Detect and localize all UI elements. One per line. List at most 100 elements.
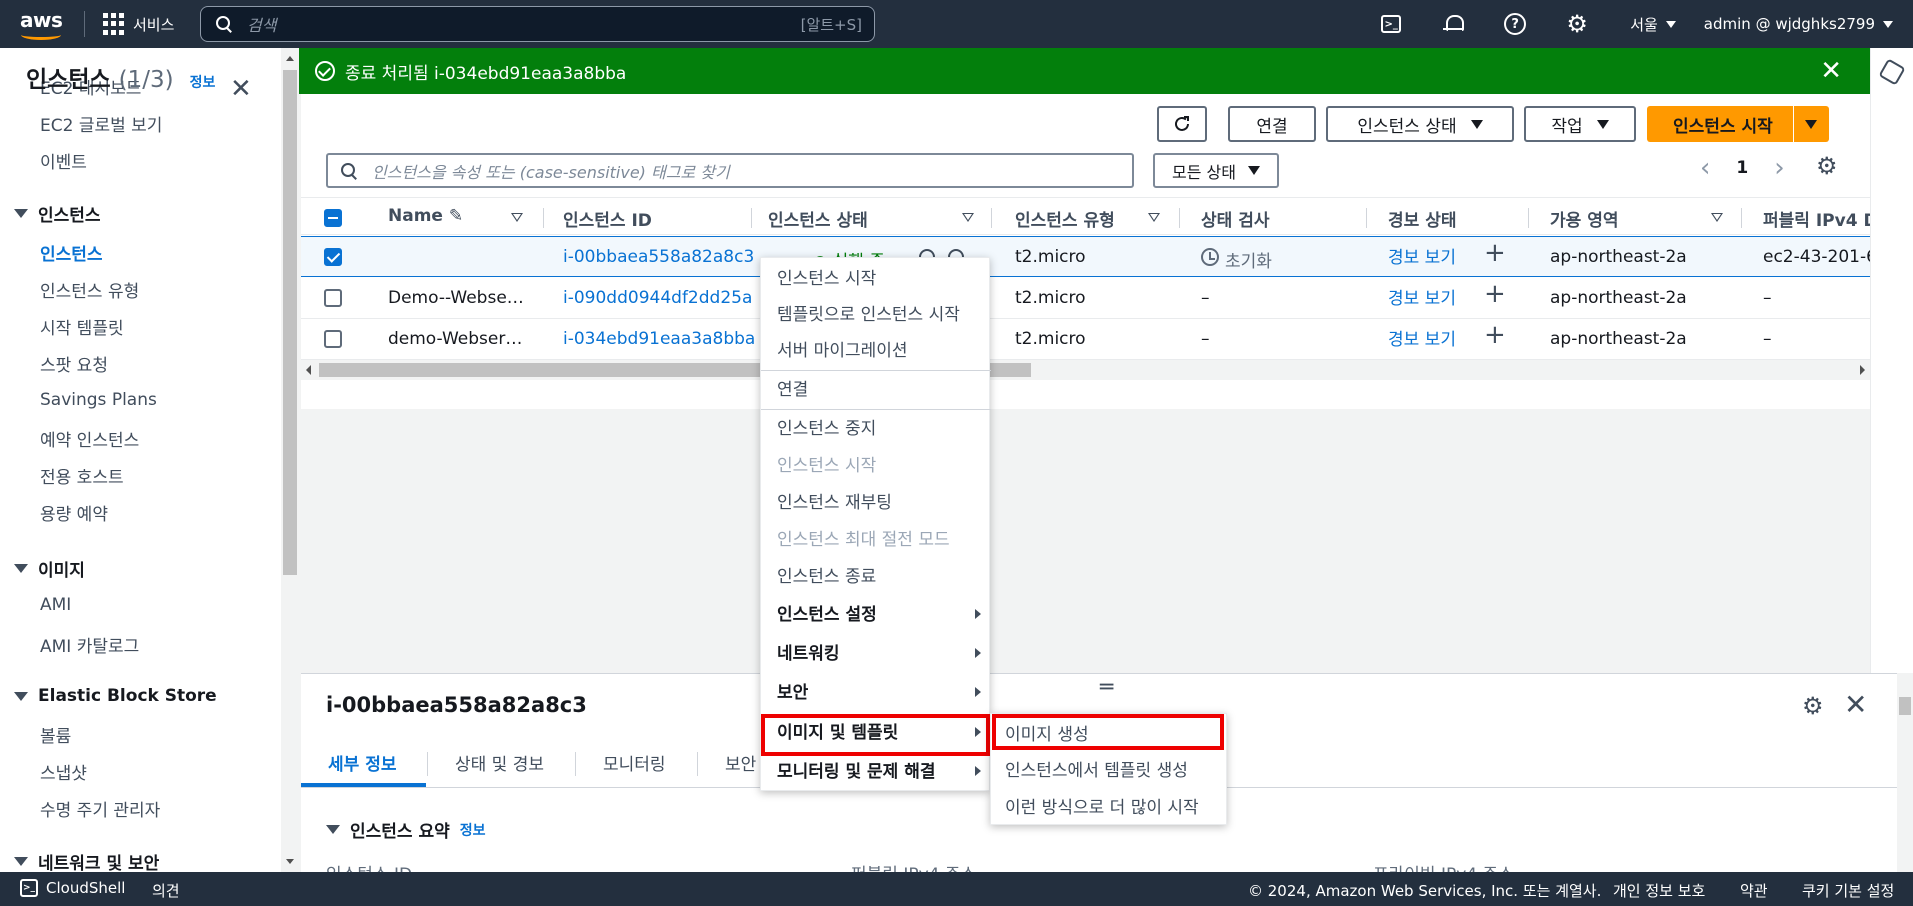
menu-item-launch-instance[interactable]: 인스턴스 시작 xyxy=(777,264,876,289)
sidebar-item-savings-plans[interactable]: Savings Plans xyxy=(40,390,157,410)
col-instance-id[interactable]: 인스턴스 ID xyxy=(563,206,652,231)
col-status-check[interactable]: 상태 검사 xyxy=(1201,206,1269,231)
sidebar-item-instance-types[interactable]: 인스턴스 유형 xyxy=(40,277,139,302)
table-preferences-gear-icon[interactable]: ⚙ xyxy=(1816,152,1838,180)
prev-page-icon[interactable]: ‹ xyxy=(1700,153,1710,183)
privacy-link[interactable]: 개인 정보 보호 xyxy=(1613,880,1705,901)
col-public-ipv4-dns[interactable]: 퍼블릭 IPv4 D xyxy=(1763,206,1878,231)
close-split-panel-icon[interactable]: ✕ xyxy=(1844,688,1867,721)
sidebar-item-ami-catalog[interactable]: AMI 카탈로그 xyxy=(40,632,139,657)
instance-filter-input[interactable]: 인스턴스을 속성 또는 (case-sensitive) 태그로 찾기 xyxy=(326,153,1134,188)
menu-item-reboot-instance[interactable]: 인스턴스 재부팅 xyxy=(777,488,892,513)
select-all-checkbox[interactable] xyxy=(324,209,342,227)
col-divider[interactable] xyxy=(1366,208,1367,228)
menu-item-security[interactable]: 보안 xyxy=(777,678,808,703)
menu-item-terminate-instance[interactable]: 인스턴스 종료 xyxy=(777,562,876,587)
settings-button[interactable]: ⚙ xyxy=(1546,0,1608,48)
sidebar-item-volumes[interactable]: 볼륨 xyxy=(40,722,71,747)
actions-button[interactable]: 작업 xyxy=(1524,106,1636,142)
sidebar-section-instances[interactable]: 인스턴스 xyxy=(14,201,101,226)
scroll-left-icon[interactable] xyxy=(306,365,311,375)
view-alarms-link[interactable]: 경보 보기 xyxy=(1388,284,1456,309)
col-divider[interactable] xyxy=(1528,208,1529,228)
tab-details[interactable]: 세부 정보 xyxy=(328,750,396,775)
sidebar-section-ebs[interactable]: Elastic Block Store xyxy=(14,686,217,706)
sidebar-item-snapshots[interactable]: 스냅샷 xyxy=(40,759,87,784)
sidebar-item-global-view[interactable]: EC2 글로벌 보기 xyxy=(40,111,162,136)
add-alarm-plus-icon[interactable]: + xyxy=(1484,279,1506,309)
add-alarm-plus-icon[interactable]: + xyxy=(1484,238,1506,268)
aws-logo[interactable]: aws xyxy=(20,6,70,42)
table-row[interactable]: demo-Webser… i-034ebd91eaa3a8bba t2.micr… xyxy=(301,319,1870,360)
cell-instance-id-link[interactable]: i-00bbaea558a82a8c3 xyxy=(563,247,754,267)
instance-state-button[interactable]: 인스턴스 상태 xyxy=(1326,106,1514,142)
close-sidebar-icon[interactable]: ✕ xyxy=(230,74,252,104)
col-divider[interactable] xyxy=(991,208,992,228)
col-name[interactable]: Name ✎ xyxy=(388,206,463,226)
submenu-item-launch-more-like-this[interactable]: 이런 방식으로 더 많이 시작 xyxy=(1005,793,1199,818)
scrollbar-thumb[interactable] xyxy=(283,70,297,575)
row-checkbox[interactable] xyxy=(324,289,342,307)
split-panel-drag-handle-icon[interactable]: ═ xyxy=(1100,675,1113,700)
account-menu[interactable]: admin @ wjdghks2799 xyxy=(1704,15,1913,33)
cloudshell-footer-button[interactable]: >_ CloudShell xyxy=(20,879,125,897)
col-availability-zone[interactable]: 가용 영역 xyxy=(1550,206,1618,231)
col-instance-type[interactable]: 인스턴스 유형 xyxy=(1015,206,1115,231)
view-alarms-link[interactable]: 경보 보기 xyxy=(1388,325,1456,350)
help-button[interactable]: ? xyxy=(1484,0,1546,48)
global-search-input[interactable]: 검색 [알트+S] xyxy=(200,6,875,42)
scroll-down-icon[interactable] xyxy=(286,859,294,864)
col-divider[interactable] xyxy=(751,208,752,228)
menu-item-server-migration[interactable]: 서버 마이그레이션 xyxy=(777,336,908,361)
col-alarm-status[interactable]: 경보 상태 xyxy=(1388,206,1456,231)
sidebar-item-spot-requests[interactable]: 스팟 요청 xyxy=(40,351,108,376)
view-alarms-link[interactable]: 경보 보기 xyxy=(1388,243,1456,268)
refresh-button[interactable] xyxy=(1157,106,1207,142)
next-page-icon[interactable]: › xyxy=(1774,153,1784,183)
table-row[interactable]: i-00bbaea558a82a8c3 ⊘ 실행 중 t2.micro 초기화 … xyxy=(301,236,1877,277)
sort-icon[interactable] xyxy=(1711,213,1723,222)
row-checkbox[interactable] xyxy=(324,248,342,266)
sidebar-item-launch-templates[interactable]: 시작 템플릿 xyxy=(40,314,124,339)
tab-status-alarms[interactable]: 상태 및 경보 xyxy=(455,750,544,775)
menu-item-connect[interactable]: 연결 xyxy=(777,375,808,400)
split-panel-gear-icon[interactable]: ⚙ xyxy=(1802,692,1824,720)
scroll-right-icon[interactable] xyxy=(1860,365,1865,375)
services-button[interactable]: 서비스 xyxy=(103,13,174,35)
col-instance-state[interactable]: 인스턴스 상태 xyxy=(768,206,868,231)
instance-summary-header[interactable]: 인스턴스 요약 정보 xyxy=(326,817,486,842)
notifications-button[interactable] xyxy=(1422,0,1484,48)
info-link[interactable]: 정보 xyxy=(190,75,216,91)
feedback-link[interactable]: 의견 xyxy=(152,880,180,901)
sidebar-item-reserved-instances[interactable]: 예약 인스턴스 xyxy=(40,426,139,451)
col-divider[interactable] xyxy=(1179,208,1180,228)
col-divider[interactable] xyxy=(1741,208,1742,228)
row-checkbox[interactable] xyxy=(324,330,342,348)
summary-info-link[interactable]: 정보 xyxy=(460,820,486,840)
cell-instance-id-link[interactable]: i-034ebd91eaa3a8bba xyxy=(563,329,755,349)
table-horizontal-scrollbar[interactable] xyxy=(301,360,1870,380)
sidebar-item-dedicated-hosts[interactable]: 전용 호스트 xyxy=(40,463,124,488)
dismiss-flash-icon[interactable]: ✕ xyxy=(1820,56,1842,86)
sort-icon[interactable] xyxy=(511,213,523,222)
cloudshell-button[interactable]: >_ xyxy=(1360,0,1422,48)
sidebar-item-instances[interactable]: 인스턴스 xyxy=(40,240,103,265)
add-alarm-plus-icon[interactable]: + xyxy=(1484,320,1506,350)
cookie-preferences-link[interactable]: 쿠키 기본 설정 xyxy=(1802,880,1894,901)
split-panel-scrollbar[interactable] xyxy=(1897,673,1913,872)
sidebar-item-events[interactable]: 이벤트 xyxy=(40,148,87,173)
launch-instance-button[interactable]: 인스턴스 시작 xyxy=(1647,106,1829,142)
sidebar-item-lifecycle-manager[interactable]: 수명 주기 관리자 xyxy=(40,796,160,821)
launch-dropdown-button[interactable] xyxy=(1792,106,1829,142)
menu-item-networking[interactable]: 네트워킹 xyxy=(777,639,840,664)
tab-security[interactable]: 보안 xyxy=(725,750,756,775)
col-divider[interactable] xyxy=(543,208,544,228)
sort-icon[interactable] xyxy=(1148,213,1160,222)
state-filter-select[interactable]: 모든 상태 xyxy=(1153,153,1279,188)
connect-button[interactable]: 연결 xyxy=(1228,106,1316,142)
help-panel-icon[interactable] xyxy=(1878,58,1906,86)
sidebar-scrollbar[interactable] xyxy=(281,48,299,872)
sidebar-item-capacity-reservations[interactable]: 용량 예약 xyxy=(40,500,108,525)
menu-item-stop-instance[interactable]: 인스턴스 중지 xyxy=(777,414,876,439)
terms-link[interactable]: 약관 xyxy=(1740,880,1768,901)
